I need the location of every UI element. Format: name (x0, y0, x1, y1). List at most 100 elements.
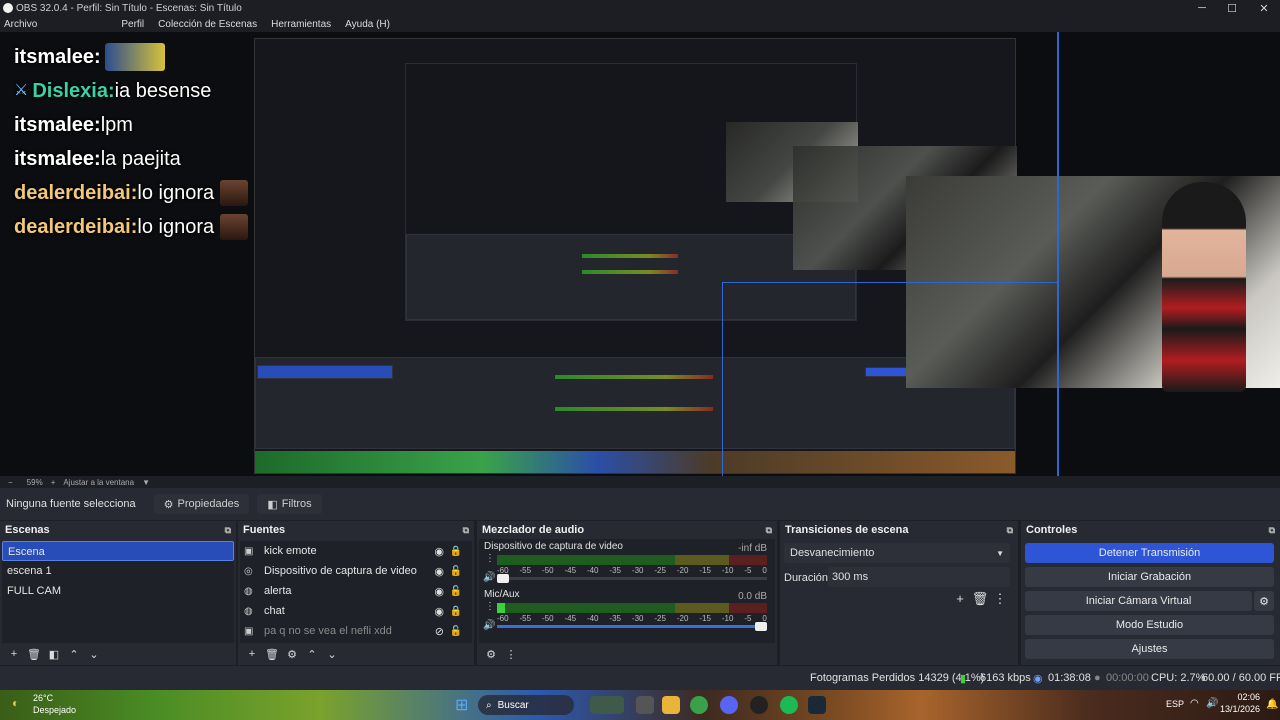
folder-icon[interactable] (662, 696, 680, 714)
notification-icon[interactable]: 🔔 (1266, 699, 1278, 710)
eye-icon[interactable]: ◉ (434, 565, 444, 578)
eye-icon[interactable]: ◉ (434, 605, 444, 618)
clock-date[interactable]: 13/1/2026 (1214, 704, 1260, 714)
fit-to-window[interactable]: Ajustar a la ventana (63, 478, 134, 487)
gear-icon[interactable]: ⚙ (282, 648, 302, 661)
start-recording-button[interactable]: Iniciar Grabación (1025, 567, 1274, 587)
filters-button[interactable]: ◧ Filtros (257, 494, 322, 514)
controls-dock: Controles ⧉ Detener Transmisión Iniciar … (1021, 521, 1280, 665)
chevron-down-icon[interactable]: ⌄ (84, 648, 104, 661)
add-icon[interactable]: + (950, 591, 970, 607)
taskbar-app-icon[interactable] (590, 696, 624, 714)
start-virtual-camera-button[interactable]: Iniciar Cámara Virtual (1025, 591, 1252, 611)
more-icon[interactable]: ⋮ (485, 601, 495, 612)
stop-stream-button[interactable]: Detener Transmisión (1025, 543, 1274, 563)
scale-tick: -40 (586, 614, 599, 623)
chat-username: Dislexia: (32, 80, 115, 102)
undock-icon[interactable]: ⧉ (463, 525, 469, 536)
nested-taskbar (255, 451, 1015, 473)
studio-mode-button[interactable]: Modo Estudio (1025, 615, 1274, 635)
volume-knob[interactable] (755, 622, 767, 631)
minimize-button[interactable]: ─ (1186, 0, 1218, 16)
temperature[interactable]: 26°C (33, 693, 53, 703)
chevron-up-icon[interactable]: ⌃ (302, 648, 322, 661)
filter-icon[interactable]: ◧ (44, 648, 64, 661)
scene-item-escena-1[interactable]: escena 1 (2, 561, 234, 581)
scene-item-full-cam[interactable]: FULL CAM (2, 581, 234, 601)
discord-icon[interactable] (720, 696, 738, 714)
eye-off-icon[interactable]: ⊘ (435, 625, 444, 638)
preview-canvas[interactable]: itsmalee: ⚔ Dislexia: ia besense itsmale… (0, 32, 1280, 476)
unlock-icon[interactable]: 🔓 (450, 626, 462, 637)
lock-icon[interactable]: 🔒 (450, 606, 462, 617)
cpu-usage: CPU: 2.7% (1151, 672, 1206, 684)
settings-button[interactable]: Ajustes (1025, 639, 1274, 659)
zoom-out-button[interactable]: − (8, 478, 13, 487)
more-icon[interactable]: ⋮ (485, 553, 495, 564)
volume-slider[interactable] (497, 574, 767, 583)
source-item-chat[interactable]: ◍ chat ◉ 🔒 (240, 601, 472, 621)
gear-icon[interactable]: ⚙ (481, 648, 501, 661)
trash-icon[interactable]: 🗑 (24, 648, 44, 661)
source-item-alerta[interactable]: ◍ alerta ◉ 🔓 (240, 581, 472, 601)
obs-icon[interactable] (750, 696, 768, 714)
virtual-camera-settings-icon[interactable]: ⚙ (1254, 591, 1274, 611)
chevron-up-icon[interactable]: ⌃ (64, 648, 84, 661)
speaker-icon[interactable]: 🔊 (483, 572, 495, 583)
chevron-down-icon[interactable]: ▼ (142, 478, 150, 487)
add-icon[interactable]: + (242, 648, 262, 660)
menu-file[interactable]: Archivo (4, 19, 37, 30)
trash-icon[interactable]: 🗑 (262, 648, 282, 661)
spotify-icon[interactable] (780, 696, 798, 714)
undock-icon[interactable]: ⧉ (766, 525, 772, 536)
transitions-dock: Transiciones de escena ⧉ Desvanecimiento… (780, 521, 1018, 665)
chevron-down-icon[interactable]: ⌄ (322, 648, 342, 661)
scene-item-escena[interactable]: Escena (2, 541, 234, 561)
trash-icon[interactable]: 🗑 (970, 591, 990, 607)
channel-db: -inf dB (738, 543, 767, 554)
transition-select[interactable]: Desvanecimiento ▼ (784, 543, 1010, 563)
wifi-icon[interactable]: ◠ (1190, 698, 1199, 709)
unlock-icon[interactable]: 🔓 (450, 566, 462, 577)
source-item-nefli[interactable]: ▣ pa q no se vea el nefli xdd ⊘ 🔓 (240, 621, 472, 641)
menu-profile[interactable]: Perfil (121, 19, 144, 30)
menu-tools[interactable]: Herramientas (271, 19, 331, 30)
add-icon[interactable]: + (4, 648, 24, 660)
taskbar-search[interactable]: ⌕ Buscar (478, 695, 574, 715)
properties-button[interactable]: ⚙ Propiedades (153, 494, 250, 514)
lock-icon[interactable]: 🔒 (450, 546, 462, 557)
source-item-kick-emote[interactable]: ▣ kick emote ◉ 🔒 (240, 541, 472, 561)
undock-icon[interactable]: ⧉ (1269, 525, 1275, 536)
scale-tick: 0 (762, 566, 767, 575)
zoom-in-button[interactable]: + (51, 478, 56, 487)
scale-tick: -10 (721, 614, 734, 623)
duration-label: Duración (784, 572, 829, 584)
weather-label[interactable]: Despejado (33, 705, 76, 715)
taskbar-app-icon[interactable] (636, 696, 654, 714)
chrome-icon[interactable] (690, 696, 708, 714)
eye-icon[interactable]: ◉ (434, 585, 444, 598)
windows-start-icon[interactable]: ⊞ (455, 695, 468, 715)
language-indicator[interactable]: ESP (1166, 699, 1184, 709)
more-icon[interactable]: ⋮ (990, 591, 1010, 607)
volume-slider[interactable] (497, 622, 767, 631)
more-icon[interactable]: ⋮ (501, 648, 521, 661)
eye-icon[interactable]: ◉ (434, 545, 444, 558)
fps: 60.00 / 60.00 FPS (1202, 672, 1280, 684)
weather-icon[interactable]: ◐ (12, 696, 19, 710)
undock-icon[interactable]: ⧉ (225, 525, 231, 536)
speaker-icon[interactable]: 🔊 (483, 620, 495, 631)
menu-scene-collection[interactable]: Colección de Escenas (158, 19, 257, 30)
menu-help[interactable]: Ayuda (H) (345, 19, 390, 30)
unlock-icon[interactable]: 🔓 (450, 586, 462, 597)
clock-time[interactable]: 02:06 (1220, 692, 1260, 702)
undock-icon[interactable]: ⧉ (1007, 525, 1013, 536)
close-button[interactable]: ✕ (1248, 0, 1280, 16)
duration-input[interactable]: 300 ms (828, 567, 1010, 587)
maximize-button[interactable]: ☐ (1216, 0, 1248, 16)
source-item-capture[interactable]: ◎ Dispositivo de captura de video ◉ 🔓 (240, 561, 472, 581)
steam-icon[interactable] (808, 696, 826, 714)
volume-knob[interactable] (497, 574, 509, 583)
scale-tick: -20 (676, 614, 689, 623)
window-title: OBS 32.0.4 - Perfil: Sin Título - Escena… (16, 2, 242, 14)
